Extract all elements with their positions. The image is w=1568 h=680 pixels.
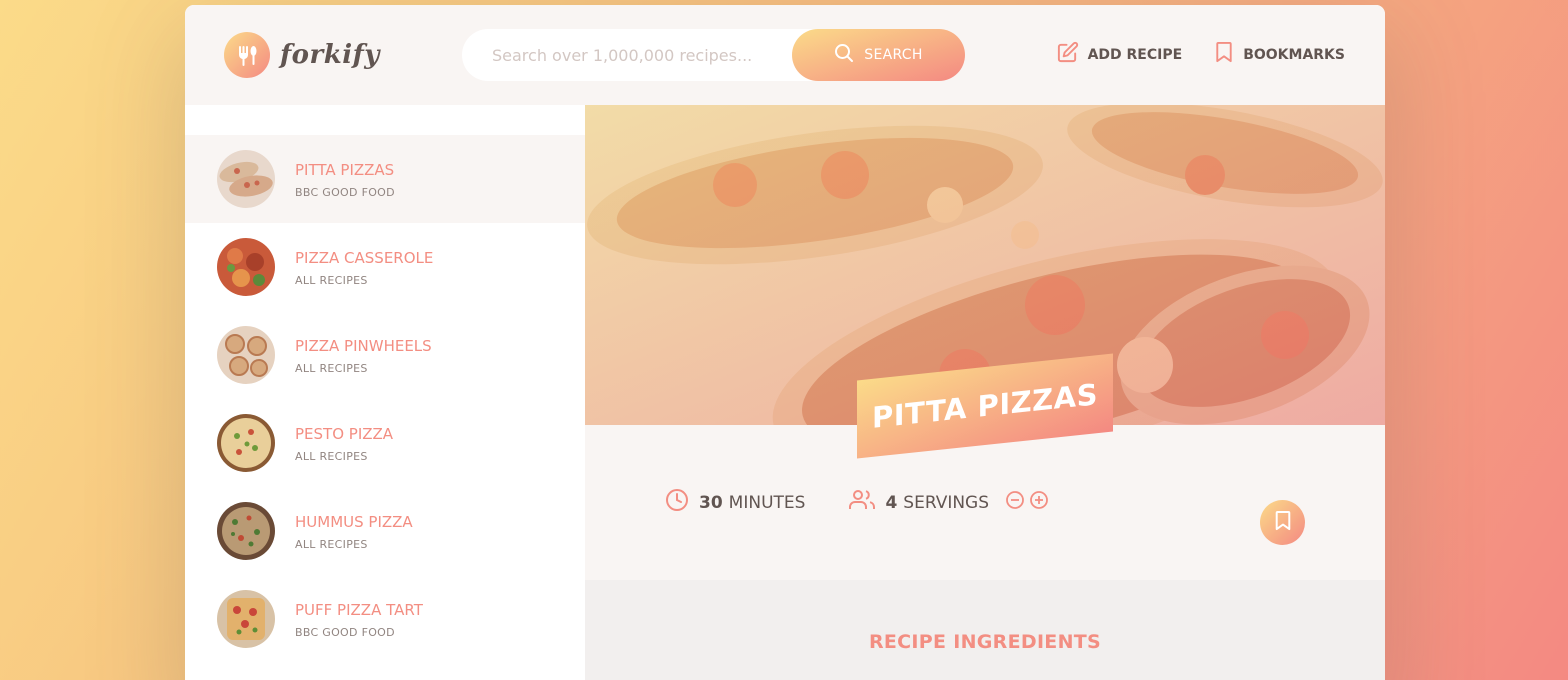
decrease-servings-button[interactable] (1005, 490, 1025, 515)
search-button[interactable]: SEARCH (792, 29, 965, 81)
servings-value: 4 (885, 492, 898, 513)
result-item[interactable]: PITTA PIZZAS BBC GOOD FOOD (185, 135, 585, 223)
add-recipe-label: ADD RECIPE (1087, 46, 1183, 63)
bookmark-icon (1274, 510, 1292, 535)
result-text: HUMMUS PIZZA ALL RECIPES (295, 512, 413, 551)
recipe-thumbnail (217, 150, 275, 208)
increase-servings-button[interactable] (1029, 490, 1049, 515)
result-item[interactable]: HUMMUS PIZZA ALL RECIPES (185, 487, 585, 575)
result-text: PUFF PIZZA TART BBC GOOD FOOD (295, 600, 423, 639)
bookmarks-label: BOOKMARKS (1243, 46, 1345, 63)
minutes-value: 30 (699, 492, 723, 513)
app-container: forkify SEARCH ADD RECIPE (185, 5, 1385, 680)
result-text: PESTO PIZZA ALL RECIPES (295, 424, 393, 463)
bookmarks-button[interactable]: BOOKMARKS (1214, 41, 1345, 68)
nav: ADD RECIPE BOOKMARKS (1056, 41, 1345, 68)
result-text: PIZZA CASSEROLE ALL RECIPES (295, 248, 433, 287)
cooking-time: 30 MINUTES (665, 488, 805, 517)
logo-text: forkify (280, 40, 380, 70)
recipe-thumbnail (217, 590, 275, 648)
result-publisher: ALL RECIPES (295, 273, 368, 287)
search-button-label: SEARCH (864, 47, 923, 63)
result-publisher: ALL RECIPES (295, 361, 368, 375)
recipe-thumbnail (217, 326, 275, 384)
servings-controls (1005, 490, 1049, 515)
recipe-view: PITTA PIZZAS 30 MINUTES 4 SERVINGS RECIP… (585, 105, 1385, 680)
add-recipe-button[interactable]: ADD RECIPE (1056, 41, 1183, 68)
result-title: PITTA PIZZAS (295, 160, 395, 179)
recipe-ingredients: RECIPE INGREDIENTS (585, 580, 1385, 680)
result-publisher: BBC GOOD FOOD (295, 625, 395, 639)
recipe-thumbnail (217, 238, 275, 296)
search-results: PITTA PIZZAS BBC GOOD FOOD PIZZA CASSERO… (185, 105, 585, 680)
header: forkify SEARCH ADD RECIPE (185, 5, 1385, 105)
fork-knife-icon (224, 32, 270, 78)
result-title: PIZZA PINWHEELS (295, 336, 432, 355)
servings-label: SERVINGS (903, 492, 990, 513)
result-publisher: BBC GOOD FOOD (295, 185, 395, 199)
users-icon (849, 488, 876, 517)
bookmark-recipe-button[interactable] (1260, 500, 1305, 545)
minutes-label: MINUTES (728, 492, 806, 513)
result-text: PIZZA PINWHEELS ALL RECIPES (295, 336, 432, 375)
result-title: PESTO PIZZA (295, 424, 394, 443)
result-item[interactable]: PUFF PIZZA TART BBC GOOD FOOD (185, 575, 585, 663)
recipe-details: 30 MINUTES 4 SERVINGS (585, 425, 1385, 580)
result-publisher: ALL RECIPES (295, 449, 368, 463)
logo[interactable]: forkify (224, 32, 380, 78)
result-title: PIZZA CASSEROLE (295, 248, 434, 267)
result-text: PITTA PIZZAS BBC GOOD FOOD (295, 160, 395, 199)
clock-icon (665, 488, 689, 517)
result-title: HUMMUS PIZZA (295, 512, 413, 531)
search-form: SEARCH (462, 29, 965, 81)
edit-icon (1056, 41, 1079, 68)
search-icon (834, 43, 854, 67)
result-item[interactable]: PIZZA CASSEROLE ALL RECIPES (185, 223, 585, 311)
search-input[interactable] (462, 45, 792, 65)
result-item[interactable]: PIZZA PINWHEELS ALL RECIPES (185, 311, 585, 399)
result-item[interactable]: PESTO PIZZA ALL RECIPES (185, 399, 585, 487)
result-publisher: ALL RECIPES (295, 537, 368, 551)
recipe-thumbnail (217, 414, 275, 472)
result-title: PUFF PIZZA TART (295, 600, 423, 619)
ingredients-heading: RECIPE INGREDIENTS (868, 631, 1102, 653)
servings: 4 SERVINGS (849, 488, 1049, 517)
recipe-thumbnail (217, 502, 275, 560)
bookmark-icon (1214, 41, 1234, 68)
